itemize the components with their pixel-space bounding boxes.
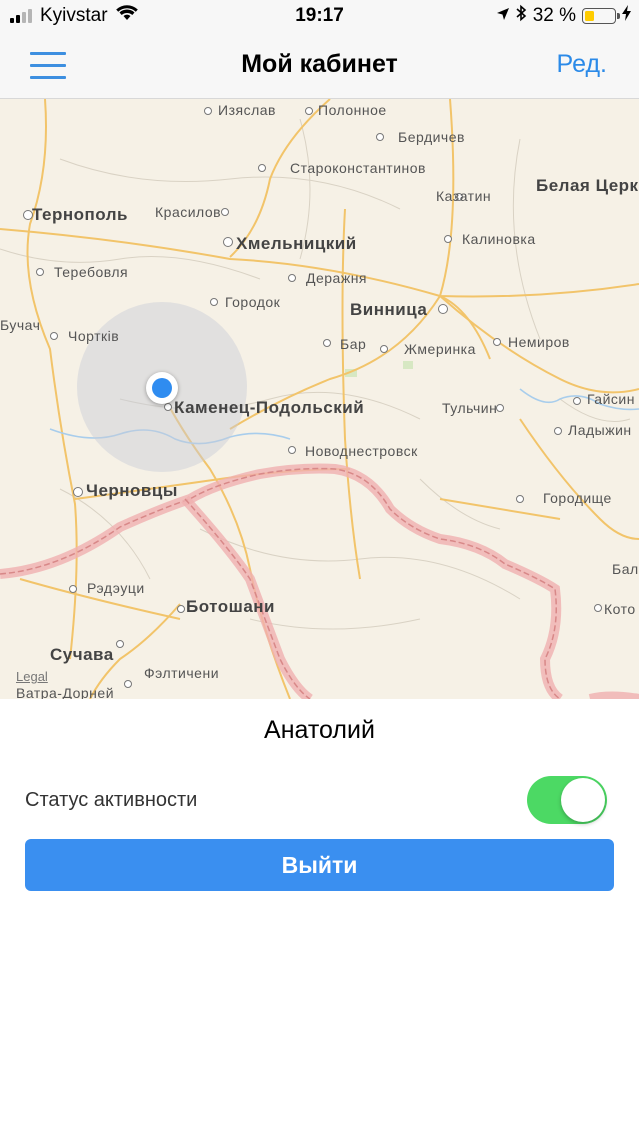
city-label: Жмеринка [404,341,476,357]
city-dot [444,235,452,243]
city-dot [376,133,384,141]
activity-status-label: Статус активности [25,789,198,811]
city-label: Тернополь [32,205,129,224]
city-dot [438,304,448,314]
city-label: Бучач [0,317,41,333]
city-dot [116,640,124,648]
city-dot [323,339,331,347]
city-dot [305,107,313,115]
city-dot [210,298,218,306]
city-label: Красилов [155,204,222,220]
city-label: Городок [225,294,281,310]
city-label: Теребовля [54,264,129,280]
city-label: Городище [543,490,612,506]
city-dot [204,107,212,115]
city-label: Бар [340,336,367,352]
city-dot [69,585,77,593]
city-dot [177,605,185,613]
battery-percent: 32 % [532,5,576,26]
bluetooth-icon [516,4,527,28]
user-location-marker[interactable] [146,372,178,404]
city-label: Новоднестровск [305,443,418,459]
city-label: Винница [350,300,428,319]
city-label: Полонное [318,102,387,118]
location-arrow-icon [496,5,510,27]
user-name: Анатолий [264,716,375,744]
city-label: Деражня [306,270,368,286]
city-label: Кото [604,601,636,617]
city-dot [164,403,172,411]
city-dot [516,495,524,503]
city-label: Гайсин [587,391,635,407]
user-location-dot [152,378,172,398]
city-dot [573,397,581,405]
activity-status-toggle[interactable] [527,776,607,824]
city-dot [50,332,58,340]
charging-bolt-icon [622,5,631,27]
city-label: Бердичев [398,129,465,145]
city-dot [288,274,296,282]
navigation-bar: Мой кабинет Ред. [0,32,639,99]
city-label: Каменец-Подольский [174,398,365,417]
city-label: Ботошани [186,597,276,616]
city-dot [36,268,44,276]
city-label: Рэдэуци [87,580,145,596]
city-label: Сучава [50,645,114,664]
map-legal-link[interactable]: Legal [16,669,48,684]
city-dot [554,427,562,435]
city-label: Ватра-Дорней [16,685,115,699]
status-bar-right: 32 % [490,4,631,28]
city-dot [124,680,132,688]
city-dot [493,338,501,346]
city-label: Чортків [68,328,120,344]
city-label: Изяслав [218,102,276,118]
logout-button[interactable]: Выйти [25,839,614,891]
city-label: Фэлтичени [144,665,220,681]
city-label: Староконстантинов [290,160,426,176]
toggle-knob [561,778,605,822]
city-dot [73,487,83,497]
city-label: Черновцы [86,481,178,500]
city-label: Хмельницкий [236,234,357,253]
city-label: Калиновка [462,231,536,247]
city-dot [221,208,229,216]
city-label: Казатин [436,188,492,204]
city-dot [380,345,388,353]
page-title: Мой кабинет [241,50,398,78]
battery-icon [582,8,620,24]
map-view[interactable]: Изяслав Полонное Бердичев Староконстантинов… [0,99,639,699]
city-dot [288,446,296,454]
city-label: Тульчин [442,400,498,416]
edit-button[interactable]: Ред. [557,50,607,79]
city-dot [594,604,602,612]
city-dot [223,237,233,247]
city-dot [258,164,266,172]
status-bar: Kyivstar 19:17 32 % [0,0,639,32]
city-label: Белая Церк [536,176,639,195]
city-label: Немиров [508,334,570,350]
city-label: Бал [612,561,639,577]
city-label: Ладыжин [568,422,632,438]
